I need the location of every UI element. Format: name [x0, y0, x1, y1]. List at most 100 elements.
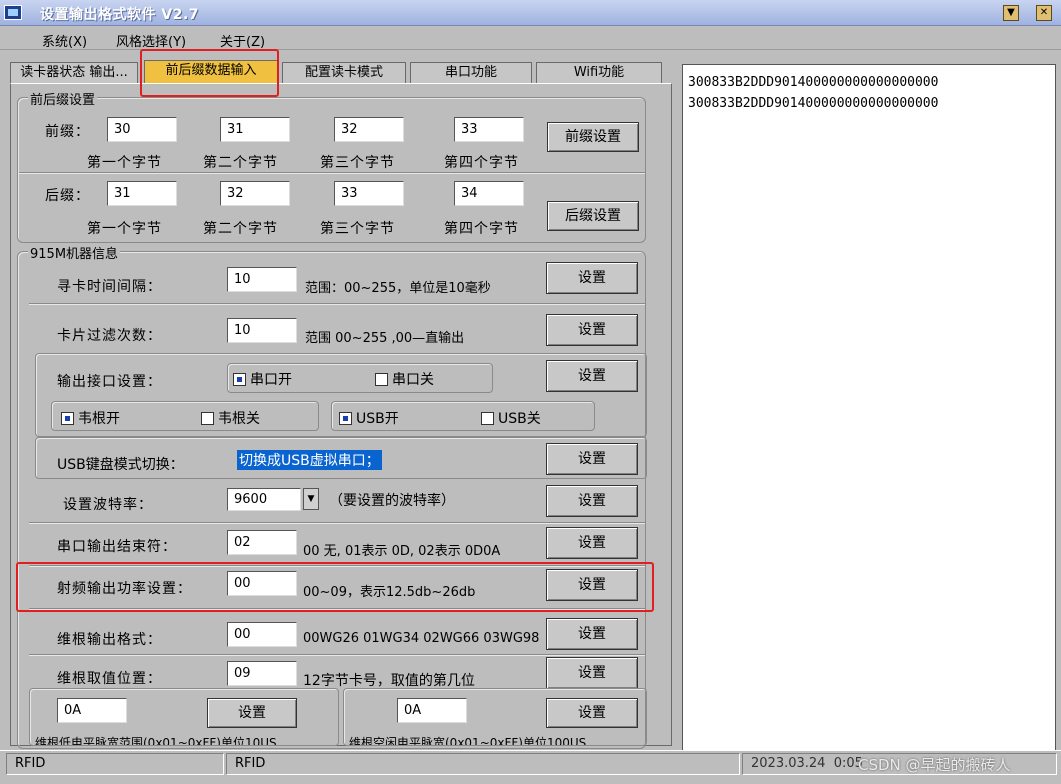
- status-cell-1: RFID: [6, 753, 224, 775]
- serial-off-radio[interactable]: 串口关: [375, 369, 434, 389]
- rf-power-label: 射频输出功率设置：: [57, 581, 192, 597]
- prefix-byte-1-caption: 第一个字节: [87, 155, 162, 171]
- rf-power-input[interactable]: [227, 571, 297, 596]
- tab-wifi[interactable]: Wifi功能: [536, 62, 662, 84]
- suffix-byte-1-caption: 第一个字节: [87, 221, 162, 237]
- pulse-idle-set-button[interactable]: 设置: [546, 698, 638, 728]
- radio-selected-icon: [233, 373, 246, 386]
- suffix-byte-4-caption: 第四个字节: [444, 221, 519, 237]
- baud-hint: （要设置的波特率）: [329, 493, 455, 509]
- terminator-input[interactable]: [227, 530, 297, 555]
- scan-interval-input[interactable]: [227, 267, 297, 292]
- radio-selected-icon: [61, 412, 74, 425]
- wiegand-format-hint: 00WG26 01WG34 02WG66 03WG98: [303, 631, 540, 646]
- pulse-low-label-clip: 维根低电平脉宽范围(0x01~0xFF)单位10US: [35, 734, 339, 745]
- usb-kb-select[interactable]: 切换成USB虚拟串口；: [237, 450, 382, 470]
- menu-system[interactable]: 系统(X): [42, 31, 87, 50]
- tab-reader-status[interactable]: 读卡器状态 输出...: [10, 62, 138, 84]
- filter-count-set-button[interactable]: 设置: [546, 314, 638, 346]
- radio-selected-icon: [339, 412, 352, 425]
- output-interface-label: 输出接口设置：: [57, 374, 162, 390]
- baud-label: 设置波特率：: [63, 497, 153, 513]
- menu-about[interactable]: 关于(Z): [220, 31, 265, 50]
- wiegand-pos-set-button[interactable]: 设置: [546, 657, 638, 689]
- output-interface-set-button[interactable]: 设置: [546, 360, 638, 392]
- pulse-low-set-button[interactable]: 设置: [207, 698, 297, 728]
- wiegand-off-radio[interactable]: 韦根关: [201, 408, 260, 428]
- terminator-set-button[interactable]: 设置: [546, 527, 638, 559]
- prefix-suffix-divider: [19, 172, 645, 173]
- terminator-hint: 00 无, 01表示 0D, 02表示 0D0A: [303, 544, 501, 559]
- prefix-byte-1-input[interactable]: [107, 117, 177, 142]
- app-icon: [4, 5, 22, 20]
- suffix-byte-2-input[interactable]: [220, 181, 290, 206]
- wiegand-pos-input[interactable]: [227, 661, 297, 686]
- suffix-byte-4-input[interactable]: [454, 181, 524, 206]
- filter-count-label: 卡片过滤次数：: [57, 328, 162, 344]
- pulse-low-input[interactable]: [57, 698, 127, 723]
- wiegand-pos-label: 维根取值位置：: [57, 671, 162, 687]
- pulse-low-label: 维根低电平脉宽范围(0x01~0xFF)单位10US: [35, 736, 277, 745]
- prefix-set-button[interactable]: 前缀设置: [547, 122, 639, 152]
- chevron-down-icon[interactable]: ▼: [303, 488, 319, 510]
- pulse-idle-input[interactable]: [397, 698, 467, 723]
- prefix-byte-3-caption: 第三个字节: [320, 155, 395, 171]
- wiegand-format-label: 维根输出格式：: [57, 632, 162, 648]
- tab-read-mode[interactable]: 配置读卡模式: [282, 62, 406, 84]
- status-date: 2023.03.24: [751, 756, 826, 771]
- suffix-set-button[interactable]: 后缀设置: [547, 201, 639, 231]
- tab-prefix-suffix[interactable]: 前后缀数据输入: [144, 60, 278, 84]
- usb-kb-set-button[interactable]: 设置: [546, 443, 638, 475]
- suffix-byte-3-input[interactable]: [334, 181, 404, 206]
- divider: [29, 654, 645, 655]
- prefix-byte-4-caption: 第四个字节: [444, 155, 519, 171]
- prefix-byte-3-input[interactable]: [334, 117, 404, 142]
- serial-on-radio[interactable]: 串口开: [233, 369, 292, 389]
- prefix-byte-2-caption: 第二个字节: [203, 155, 278, 171]
- suffix-byte-1-input[interactable]: [107, 181, 177, 206]
- divider: [29, 522, 645, 523]
- watermark: CSDN @早起的搬砖人: [858, 756, 1011, 774]
- filter-count-input[interactable]: [227, 318, 297, 343]
- prefix-byte-4-input[interactable]: [454, 117, 524, 142]
- divider: [29, 608, 645, 609]
- wiegand-format-input[interactable]: [227, 622, 297, 647]
- wiegand-format-set-button[interactable]: 设置: [546, 618, 638, 650]
- menu-style[interactable]: 风格选择(Y): [116, 31, 186, 50]
- output-line: 300833B2DDD901400000000000000000: [688, 75, 939, 90]
- suffix-label: 后缀：: [45, 188, 90, 204]
- rf-power-hint: 00~09，表示12.5db~26db: [303, 585, 476, 600]
- prefix-suffix-title: 前后缀设置: [28, 89, 98, 108]
- output-log[interactable]: 300833B2DDD901400000000000000000 300833B…: [682, 64, 1056, 752]
- pulse-idle-label-clip: 维根空闲电平脉宽(0x01~0xFF)单位100US: [349, 734, 645, 745]
- output-line: 300833B2DDD901400000000000000000: [688, 96, 939, 111]
- settings-panel: 前后缀设置 前缀： 前缀设置 第一个字节 第二个字节 第三个字节 第四个字节 后…: [10, 83, 672, 749]
- baud-select[interactable]: [227, 488, 301, 511]
- usb-kb-label: USB键盘模式切换：: [57, 457, 184, 473]
- suffix-byte-2-caption: 第二个字节: [203, 221, 278, 237]
- machine-info-title: 915M机器信息: [28, 243, 121, 262]
- radio-empty-icon: [201, 412, 214, 425]
- rf-power-set-button[interactable]: 设置: [546, 569, 638, 601]
- radio-empty-icon: [375, 373, 388, 386]
- tab-serial[interactable]: 串口功能: [410, 62, 532, 84]
- scan-interval-set-button[interactable]: 设置: [546, 262, 638, 294]
- suffix-byte-3-caption: 第三个字节: [320, 221, 395, 237]
- close-button[interactable]: ✕: [1036, 5, 1052, 21]
- wiegand-pos-hint: 12字节卡号，取值的第几位: [303, 673, 475, 689]
- status-cell-2: RFID: [226, 753, 740, 775]
- usb-off-radio[interactable]: USB关: [481, 408, 541, 428]
- terminator-label: 串口输出结束符：: [57, 539, 177, 555]
- divider: [29, 565, 645, 566]
- wiegand-on-radio[interactable]: 韦根开: [61, 408, 120, 428]
- prefix-byte-2-input[interactable]: [220, 117, 290, 142]
- pulse-idle-label: 维根空闲电平脉宽(0x01~0xFF)单位100US: [349, 736, 587, 745]
- scan-interval-label: 寻卡时间间隔：: [57, 279, 162, 295]
- minimize-button[interactable]: ▼: [1003, 5, 1019, 21]
- menu-bar: 系统(X) 风格选择(Y) 关于(Z): [0, 26, 1061, 50]
- prefix-label: 前缀：: [45, 124, 90, 140]
- baud-set-button[interactable]: 设置: [546, 485, 638, 517]
- window-title: 设置输出格式软件 V2.7: [40, 7, 200, 23]
- usb-on-radio[interactable]: USB开: [339, 408, 399, 428]
- scan-interval-hint: 范围：00~255，单位是10毫秒: [305, 281, 491, 296]
